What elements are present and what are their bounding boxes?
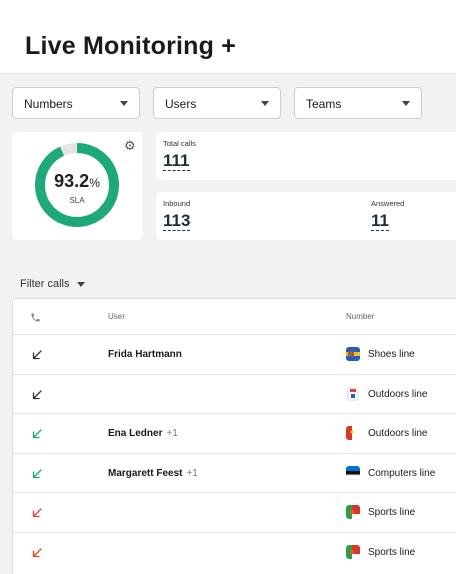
- extra-users-count: +1: [186, 467, 198, 479]
- chevron-down-icon: [402, 101, 410, 106]
- table-row[interactable]: Sports line: [13, 531, 456, 571]
- users-dropdown[interactable]: Users: [153, 87, 281, 119]
- calls-table: User Number Frida Hartmann Shoes line Outd…: [12, 298, 456, 574]
- incoming-call-arrow-icon: [31, 506, 43, 518]
- table-row[interactable]: Sports line: [13, 492, 456, 531]
- chevron-down-icon: [120, 101, 128, 106]
- extra-users-count: +1: [166, 428, 178, 439]
- gear-icon[interactable]: ⚙: [124, 139, 136, 152]
- number-name: Shoes line: [368, 349, 415, 360]
- teams-dropdown-label: Teams: [306, 97, 342, 111]
- total-calls-label: Total calls: [163, 139, 196, 148]
- user-column-header[interactable]: User: [108, 299, 125, 334]
- page-header: Live Monitoring +: [0, 0, 456, 74]
- table-row[interactable]: Outdoors line: [13, 373, 456, 413]
- number-name: Computers line: [368, 467, 436, 479]
- phone-icon: [31, 313, 40, 322]
- page-title: Live Monitoring +: [25, 32, 237, 60]
- answered-value[interactable]: 11: [371, 212, 389, 231]
- outdoors-flag-icon: [346, 387, 360, 401]
- total-calls-card: Total calls 111: [156, 132, 456, 180]
- filter-calls-button[interactable]: Filter calls: [20, 278, 85, 290]
- numbers-dropdown[interactable]: Numbers: [12, 87, 140, 119]
- inbound-value[interactable]: 113: [163, 212, 191, 231]
- sports-flag-icon: [346, 544, 360, 559]
- number-name: Sports line: [368, 507, 416, 518]
- incoming-call-arrow-icon: [31, 467, 43, 479]
- number-column-header[interactable]: Number: [346, 299, 374, 334]
- computers-flag-icon: [346, 465, 360, 480]
- phone-column-header: [30, 299, 41, 334]
- sla-value: 93.2%: [54, 171, 100, 191]
- table-row[interactable]: Ena Ledner +1 Outdoors line: [13, 413, 456, 452]
- incoming-call-arrow-icon: [31, 427, 43, 439]
- users-dropdown-label: Users: [165, 97, 197, 111]
- incoming-call-arrow-icon: [31, 388, 43, 400]
- total-calls-value[interactable]: 111: [163, 152, 190, 171]
- answered-label: Answered: [371, 199, 405, 208]
- user-name: Ena Ledner +1: [108, 428, 178, 439]
- incoming-call-arrow-icon: [31, 348, 43, 360]
- inbound-label: Inbound: [163, 199, 191, 208]
- chevron-down-icon: [76, 281, 85, 287]
- teams-dropdown[interactable]: Teams: [294, 87, 422, 119]
- user-name: Margarett Feest +1: [108, 467, 198, 479]
- number-name: Sports line: [368, 546, 416, 558]
- chevron-down-icon: [261, 101, 269, 106]
- numbers-dropdown-label: Numbers: [24, 97, 73, 111]
- number-name: Outdoors line: [368, 428, 428, 439]
- outdoors-red-flag-icon: [346, 426, 360, 440]
- table-row[interactable]: Frida Hartmann Shoes line: [13, 334, 456, 373]
- filter-calls-label: Filter calls: [20, 278, 70, 290]
- sla-gauge-card: ⚙ 93.2% SLA: [12, 132, 142, 240]
- number-name: Outdoors line: [368, 388, 428, 400]
- sla-label: SLA: [69, 196, 85, 205]
- incoming-call-arrow-icon: [31, 546, 43, 558]
- inbound-answered-card: Inbound 113 Answered 11: [156, 192, 456, 240]
- user-name: Frida Hartmann: [108, 349, 182, 360]
- table-row[interactable]: Margarett Feest +1 Computers line: [13, 452, 456, 492]
- shoes-flag-icon: [346, 347, 360, 361]
- sports-flag-icon: [346, 505, 360, 519]
